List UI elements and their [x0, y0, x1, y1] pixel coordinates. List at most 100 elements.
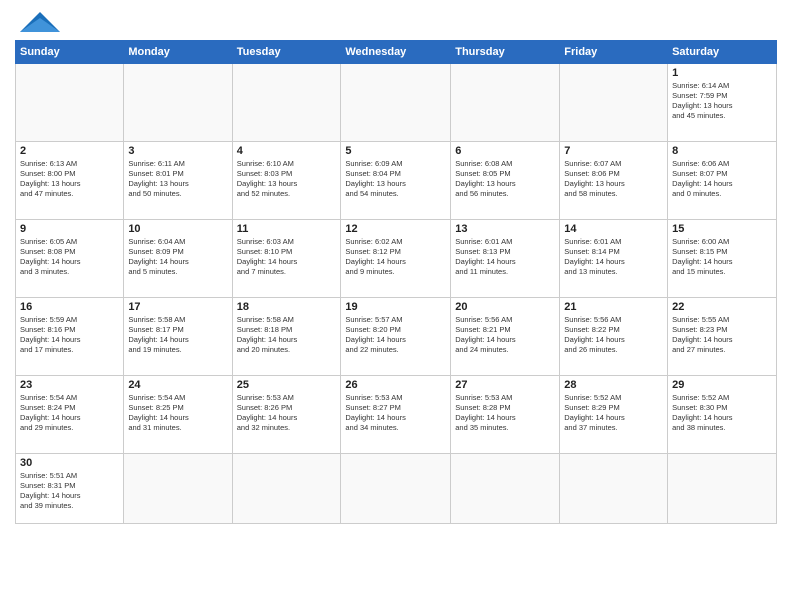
day-info: Sunrise: 5:53 AM Sunset: 8:26 PM Dayligh… [237, 393, 337, 434]
day-info: Sunrise: 5:52 AM Sunset: 8:29 PM Dayligh… [564, 393, 663, 434]
day-info: Sunrise: 6:08 AM Sunset: 8:05 PM Dayligh… [455, 159, 555, 200]
day-number: 21 [564, 301, 663, 313]
calendar-cell: 15 Sunrise: 6:00 AM Sunset: 8:15 PM Dayli… [668, 220, 777, 298]
day-number: 23 [20, 379, 119, 391]
calendar-cell: 26 Sunrise: 5:53 AM Sunset: 8:27 PM Dayli… [341, 376, 451, 454]
calendar-week-row: 23 Sunrise: 5:54 AM Sunset: 8:24 PM Dayli… [16, 376, 777, 454]
day-number: 12 [345, 223, 446, 235]
day-number: 8 [672, 145, 772, 157]
calendar-header-sunday: Sunday [16, 41, 124, 64]
calendar-cell: 16Sunrise: 5:59 AM Sunset: 8:16 PM Dayli… [16, 298, 124, 376]
calendar-cell [232, 64, 341, 142]
day-number: 14 [564, 223, 663, 235]
day-info: Sunrise: 6:01 AM Sunset: 8:14 PM Dayligh… [564, 237, 663, 278]
day-number: 26 [345, 379, 446, 391]
calendar-cell [16, 64, 124, 142]
day-number: 1 [672, 67, 772, 79]
day-info: Sunrise: 6:09 AM Sunset: 8:04 PM Dayligh… [345, 159, 446, 200]
day-number: 10 [128, 223, 227, 235]
calendar-cell: 18Sunrise: 5:58 AM Sunset: 8:18 PM Dayli… [232, 298, 341, 376]
calendar-week-row: 16Sunrise: 5:59 AM Sunset: 8:16 PM Dayli… [16, 298, 777, 376]
calendar-cell [668, 454, 777, 524]
day-number: 15 [672, 223, 772, 235]
day-number: 13 [455, 223, 555, 235]
calendar-cell: 21Sunrise: 5:56 AM Sunset: 8:22 PM Dayli… [560, 298, 668, 376]
day-number: 5 [345, 145, 446, 157]
calendar-cell: 29 Sunrise: 5:52 AM Sunset: 8:30 PM Dayli… [668, 376, 777, 454]
logo [15, 10, 65, 34]
day-info: Sunrise: 6:10 AM Sunset: 8:03 PM Dayligh… [237, 159, 337, 200]
day-info: Sunrise: 5:53 AM Sunset: 8:27 PM Dayligh… [345, 393, 446, 434]
day-number: 7 [564, 145, 663, 157]
calendar-header-saturday: Saturday [668, 41, 777, 64]
day-info: Sunrise: 6:13 AM Sunset: 8:00 PM Dayligh… [20, 159, 119, 200]
day-info: Sunrise: 6:03 AM Sunset: 8:10 PM Dayligh… [237, 237, 337, 278]
day-number: 29 [672, 379, 772, 391]
calendar-cell: 25 Sunrise: 5:53 AM Sunset: 8:26 PM Dayli… [232, 376, 341, 454]
calendar-cell [124, 454, 232, 524]
calendar-cell: 22 Sunrise: 5:55 AM Sunset: 8:23 PM Dayli… [668, 298, 777, 376]
calendar-cell [124, 64, 232, 142]
day-info: Sunrise: 6:05 AM Sunset: 8:08 PM Dayligh… [20, 237, 119, 278]
header [15, 10, 777, 34]
calendar-cell [341, 64, 451, 142]
day-number: 20 [455, 301, 555, 313]
day-number: 25 [237, 379, 337, 391]
calendar-header-monday: Monday [124, 41, 232, 64]
calendar-cell: 1 Sunrise: 6:14 AM Sunset: 7:59 PM Daylig… [668, 64, 777, 142]
day-info: Sunrise: 6:02 AM Sunset: 8:12 PM Dayligh… [345, 237, 446, 278]
calendar-cell: 2 Sunrise: 6:13 AM Sunset: 8:00 PM Daylig… [16, 142, 124, 220]
calendar-header-row: SundayMondayTuesdayWednesdayThursdayFrid… [16, 41, 777, 64]
calendar-cell [341, 454, 451, 524]
day-number: 2 [20, 145, 119, 157]
calendar-cell: 9 Sunrise: 6:05 AM Sunset: 8:08 PM Daylig… [16, 220, 124, 298]
day-info: Sunrise: 6:01 AM Sunset: 8:13 PM Dayligh… [455, 237, 555, 278]
day-info: Sunrise: 5:59 AM Sunset: 8:16 PM Dayligh… [20, 315, 119, 356]
calendar-cell: 30Sunrise: 5:51 AM Sunset: 8:31 PM Dayli… [16, 454, 124, 524]
calendar-header-friday: Friday [560, 41, 668, 64]
day-info: Sunrise: 5:52 AM Sunset: 8:30 PM Dayligh… [672, 393, 772, 434]
calendar-cell: 19 Sunrise: 5:57 AM Sunset: 8:20 PM Dayli… [341, 298, 451, 376]
calendar-week-row: 9 Sunrise: 6:05 AM Sunset: 8:08 PM Daylig… [16, 220, 777, 298]
day-number: 18 [237, 301, 337, 313]
calendar-cell: 14 Sunrise: 6:01 AM Sunset: 8:14 PM Dayli… [560, 220, 668, 298]
day-info: Sunrise: 6:14 AM Sunset: 7:59 PM Dayligh… [672, 81, 772, 122]
calendar-cell: 7 Sunrise: 6:07 AM Sunset: 8:06 PM Daylig… [560, 142, 668, 220]
day-number: 30 [20, 457, 119, 469]
day-number: 3 [128, 145, 227, 157]
calendar-cell: 28 Sunrise: 5:52 AM Sunset: 8:29 PM Dayli… [560, 376, 668, 454]
day-info: Sunrise: 5:54 AM Sunset: 8:24 PM Dayligh… [20, 393, 119, 434]
calendar-cell: 5 Sunrise: 6:09 AM Sunset: 8:04 PM Daylig… [341, 142, 451, 220]
day-number: 9 [20, 223, 119, 235]
calendar-cell: 12 Sunrise: 6:02 AM Sunset: 8:12 PM Dayli… [341, 220, 451, 298]
day-number: 17 [128, 301, 227, 313]
calendar-week-row: 1 Sunrise: 6:14 AM Sunset: 7:59 PM Daylig… [16, 64, 777, 142]
calendar-cell: 24 Sunrise: 5:54 AM Sunset: 8:25 PM Dayli… [124, 376, 232, 454]
day-number: 11 [237, 223, 337, 235]
day-info: Sunrise: 5:53 AM Sunset: 8:28 PM Dayligh… [455, 393, 555, 434]
day-number: 24 [128, 379, 227, 391]
calendar-week-row: 2 Sunrise: 6:13 AM Sunset: 8:00 PM Daylig… [16, 142, 777, 220]
day-number: 6 [455, 145, 555, 157]
day-info: Sunrise: 5:56 AM Sunset: 8:21 PM Dayligh… [455, 315, 555, 356]
calendar-cell: 10 Sunrise: 6:04 AM Sunset: 8:09 PM Dayli… [124, 220, 232, 298]
day-info: Sunrise: 6:00 AM Sunset: 8:15 PM Dayligh… [672, 237, 772, 278]
day-info: Sunrise: 5:58 AM Sunset: 8:17 PM Dayligh… [128, 315, 227, 356]
day-info: Sunrise: 6:04 AM Sunset: 8:09 PM Dayligh… [128, 237, 227, 278]
calendar-cell: 11 Sunrise: 6:03 AM Sunset: 8:10 PM Dayli… [232, 220, 341, 298]
calendar-header-wednesday: Wednesday [341, 41, 451, 64]
day-number: 19 [345, 301, 446, 313]
calendar-cell: 27Sunrise: 5:53 AM Sunset: 8:28 PM Dayli… [451, 376, 560, 454]
calendar-cell: 13 Sunrise: 6:01 AM Sunset: 8:13 PM Dayli… [451, 220, 560, 298]
calendar-table: SundayMondayTuesdayWednesdayThursdayFrid… [15, 40, 777, 524]
day-number: 28 [564, 379, 663, 391]
calendar-cell [232, 454, 341, 524]
calendar-cell [560, 454, 668, 524]
calendar-header-tuesday: Tuesday [232, 41, 341, 64]
day-info: Sunrise: 5:54 AM Sunset: 8:25 PM Dayligh… [128, 393, 227, 434]
day-info: Sunrise: 5:57 AM Sunset: 8:20 PM Dayligh… [345, 315, 446, 356]
page: SundayMondayTuesdayWednesdayThursdayFrid… [0, 0, 792, 612]
day-number: 22 [672, 301, 772, 313]
day-info: Sunrise: 5:55 AM Sunset: 8:23 PM Dayligh… [672, 315, 772, 356]
day-info: Sunrise: 6:07 AM Sunset: 8:06 PM Dayligh… [564, 159, 663, 200]
